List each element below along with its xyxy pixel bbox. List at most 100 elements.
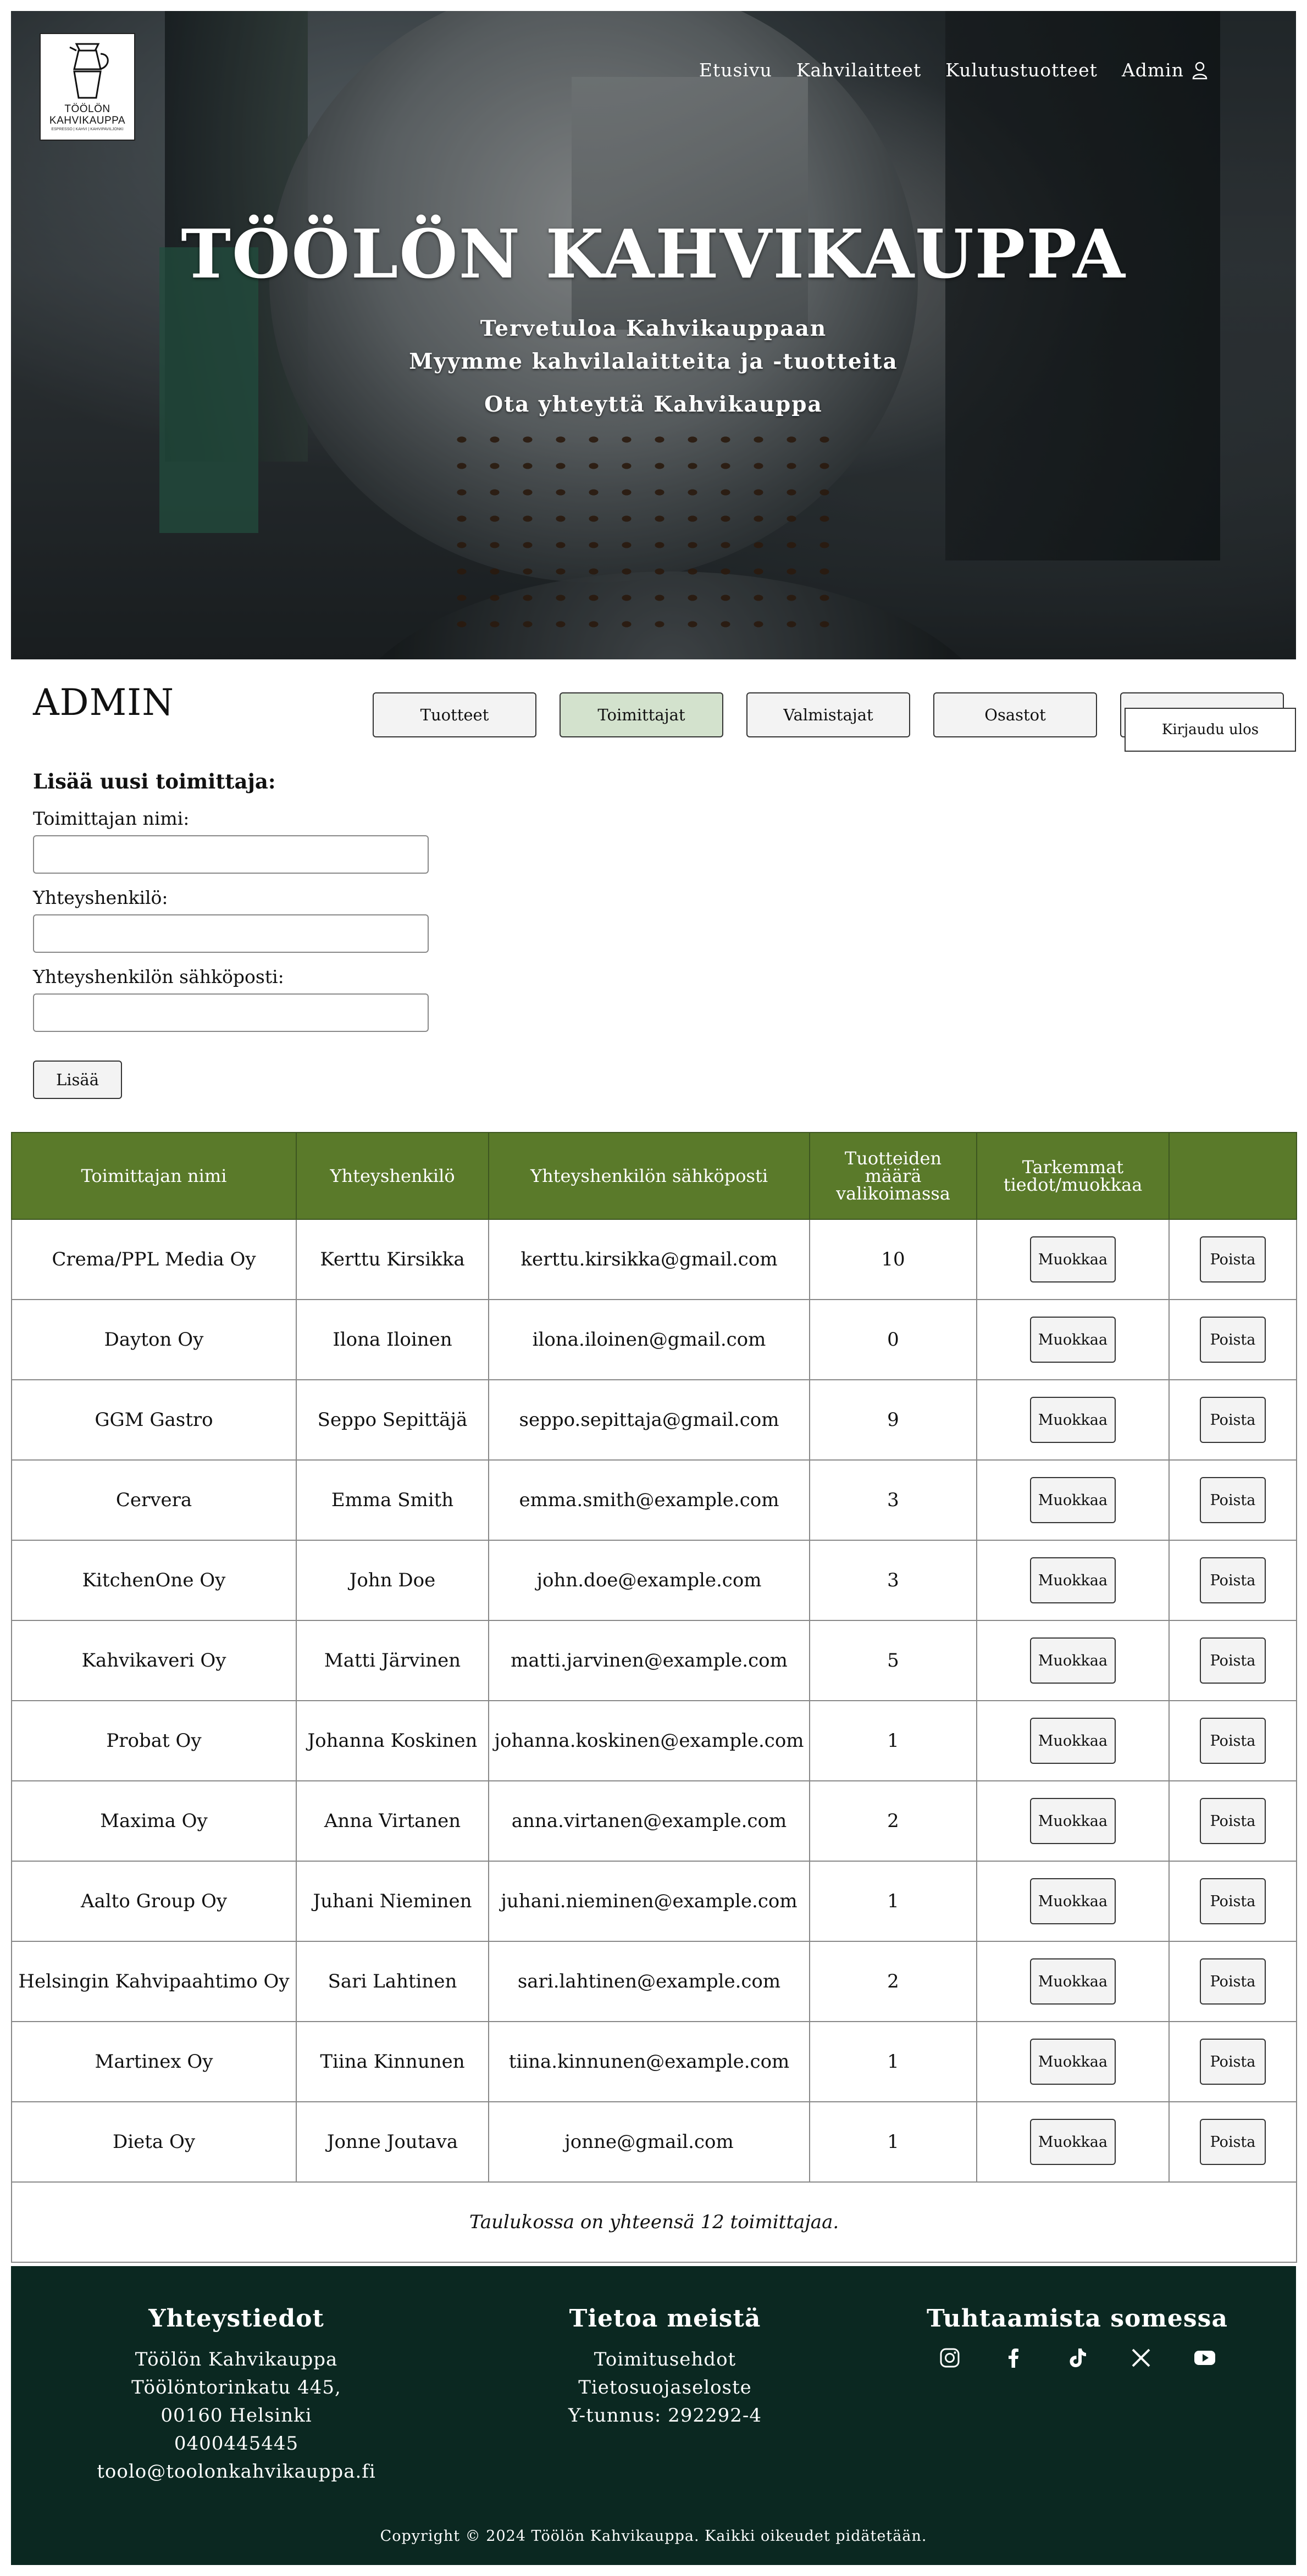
product-count-cell: 0 [809, 1299, 977, 1380]
tab-tuotteet[interactable]: Tuotteet [373, 692, 536, 737]
col-contact-email: Yhteyshenkilön sähköposti [488, 1132, 810, 1220]
youtube-icon[interactable] [1193, 2346, 1217, 2370]
product-count-cell: 1 [809, 2101, 977, 2183]
footer-phone[interactable]: 0400445445 [22, 2430, 451, 2458]
site-logo[interactable]: TÖÖLÖN KAHVIKAUPPA ESPRESSO | KAHVI | KA… [40, 33, 135, 141]
contact-email-label: Yhteyshenkilön sähköposti: [33, 966, 284, 987]
contact-email-cell: jonne@gmail.com [488, 2101, 810, 2183]
supplier-name-cell: Dieta Oy [11, 2101, 297, 2183]
edit-cell: Muokkaa [976, 2021, 1170, 2102]
delete-cell: Poista [1168, 1700, 1297, 1781]
edit-button[interactable]: Muokkaa [1030, 1637, 1116, 1684]
footer-terms-link[interactable]: Toimitusehdot [451, 2346, 879, 2374]
contact-email-cell: matti.jarvinen@example.com [488, 1620, 810, 1701]
delete-button[interactable]: Poista [1200, 1958, 1266, 2005]
logout-button[interactable]: Kirjaudu ulos [1125, 708, 1296, 752]
edit-button[interactable]: Muokkaa [1030, 1958, 1116, 2005]
delete-button[interactable]: Poista [1200, 1798, 1266, 1844]
edit-cell: Muokkaa [976, 1459, 1170, 1541]
contact-email-cell: tiina.kinnunen@example.com [488, 2021, 810, 2102]
table-summary-row: Taulukossa on yhteensä 12 toimittajaa. [11, 2181, 1297, 2263]
contact-email-cell: emma.smith@example.com [488, 1459, 810, 1541]
facebook-icon[interactable] [1001, 2346, 1026, 2370]
contact-email-input[interactable] [33, 993, 429, 1032]
site-footer: Yhteystiedot Töölön Kahvikauppa Töölönto… [11, 2266, 1296, 2565]
instagram-icon[interactable] [938, 2346, 962, 2370]
product-count-cell: 2 [809, 1780, 977, 1862]
table-header-row: Toimittajan nimi Yhteyshenkilö Yhteyshen… [11, 1132, 1297, 1220]
supplier-name-cell: Maxima Oy [11, 1780, 297, 1862]
hero-banner: TÖÖLÖN KAHVIKAUPPA ESPRESSO | KAHVI | KA… [11, 11, 1296, 659]
contact-person-input[interactable] [33, 914, 429, 953]
delete-button[interactable]: Poista [1200, 1236, 1266, 1283]
delete-button[interactable]: Poista [1200, 1317, 1266, 1363]
edit-cell: Muokkaa [976, 1700, 1170, 1781]
table-summary: Taulukossa on yhteensä 12 toimittajaa. [11, 2181, 1297, 2263]
nav-kulutustuotteet[interactable]: Kulutustuotteet [945, 59, 1098, 81]
delete-button[interactable]: Poista [1200, 1718, 1266, 1764]
table-row: Cervera Emma Smith emma.smith@example.com 3… [11, 1459, 1297, 1541]
tab-valmistajat[interactable]: Valmistajat [746, 692, 910, 737]
add-supplier-button[interactable]: Lisää [33, 1061, 122, 1099]
contact-person-cell: Emma Smith [296, 1459, 489, 1541]
edit-button[interactable]: Muokkaa [1030, 1798, 1116, 1844]
contact-email-cell: johanna.koskinen@example.com [488, 1700, 810, 1781]
contact-email-cell: ilona.iloinen@gmail.com [488, 1299, 810, 1380]
supplier-name-input[interactable] [33, 835, 429, 874]
table-row: Dayton Oy Ilona Iloinen ilona.iloinen@gmai… [11, 1299, 1297, 1380]
hero-contact-link[interactable]: Ota yhteyttä Kahvikauppa [11, 392, 1296, 417]
footer-privacy-link[interactable]: Tietosuojaseloste [451, 2374, 879, 2402]
product-count-cell: 1 [809, 2021, 977, 2102]
delete-button[interactable]: Poista [1200, 1397, 1266, 1443]
edit-button[interactable]: Muokkaa [1030, 1557, 1116, 1603]
edit-cell: Muokkaa [976, 1219, 1170, 1300]
contact-email-cell: anna.virtanen@example.com [488, 1780, 810, 1862]
edit-button[interactable]: Muokkaa [1030, 1236, 1116, 1283]
table-row: Aalto Group Oy Juhani Nieminen juhani.niem… [11, 1861, 1297, 1942]
delete-button[interactable]: Poista [1200, 1878, 1266, 1924]
supplier-name-cell: Aalto Group Oy [11, 1861, 297, 1942]
suppliers-table: Toimittajan nimi Yhteyshenkilö Yhteyshen… [11, 1132, 1297, 2263]
supplier-name-cell: Kahvikaveri Oy [11, 1620, 297, 1701]
tab-toimittajat[interactable]: Toimittajat [560, 692, 723, 737]
delete-button[interactable]: Poista [1200, 1557, 1266, 1603]
tab-osastot[interactable]: Osastot [933, 692, 1097, 737]
edit-cell: Muokkaa [976, 1620, 1170, 1701]
nav-etusivu[interactable]: Etusivu [699, 59, 772, 81]
nav-kahvilaitteet[interactable]: Kahvilaitteet [796, 59, 921, 81]
contact-email-cell: kerttu.kirsikka@gmail.com [488, 1219, 810, 1300]
delete-button[interactable]: Poista [1200, 2119, 1266, 2165]
delete-cell: Poista [1168, 1861, 1297, 1942]
footer-city: 00160 Helsinki [160, 2405, 312, 2427]
tiktok-icon[interactable] [1065, 2346, 1089, 2370]
delete-cell: Poista [1168, 1299, 1297, 1380]
footer-street: Töölöntorinkatu 445, [131, 2377, 341, 2399]
x-icon[interactable] [1129, 2346, 1153, 2370]
supplier-name-cell: Dayton Oy [11, 1299, 297, 1380]
contact-person-cell: Juhani Nieminen [296, 1861, 489, 1942]
footer-social-title: Tuhtaamista somessa [927, 2305, 1228, 2333]
delete-button[interactable]: Poista [1200, 2039, 1266, 2085]
product-count-cell: 2 [809, 1941, 977, 2022]
contact-person-cell: Matti Järvinen [296, 1620, 489, 1701]
supplier-name-cell: Cervera [11, 1459, 297, 1541]
edit-button[interactable]: Muokkaa [1030, 1397, 1116, 1443]
edit-button[interactable]: Muokkaa [1030, 1317, 1116, 1363]
edit-button[interactable]: Muokkaa [1030, 2119, 1116, 2165]
edit-button[interactable]: Muokkaa [1030, 1718, 1116, 1764]
contact-person-cell: Jonne Joutava [296, 2101, 489, 2183]
footer-email[interactable]: toolo@toolonkahvikauppa.fi [22, 2458, 451, 2486]
nav-admin[interactable]: Admin [1122, 59, 1184, 81]
edit-button[interactable]: Muokkaa [1030, 1878, 1116, 1924]
footer-company: Töölön Kahvikauppa [135, 2349, 338, 2370]
hero-title: TÖÖLÖN KAHVIKAUPPA [181, 214, 1126, 293]
footer-contact-title: Yhteystiedot [148, 2305, 324, 2333]
user-icon[interactable] [1192, 61, 1208, 80]
copyright: Copyright © 2024 Töölön Kahvikauppa. Kai… [380, 2528, 927, 2545]
delete-button[interactable]: Poista [1200, 1637, 1266, 1684]
product-count-cell: 3 [809, 1459, 977, 1541]
edit-button[interactable]: Muokkaa [1030, 1477, 1116, 1523]
edit-button[interactable]: Muokkaa [1030, 2039, 1116, 2085]
delete-button[interactable]: Poista [1200, 1477, 1266, 1523]
edit-cell: Muokkaa [976, 2101, 1170, 2183]
